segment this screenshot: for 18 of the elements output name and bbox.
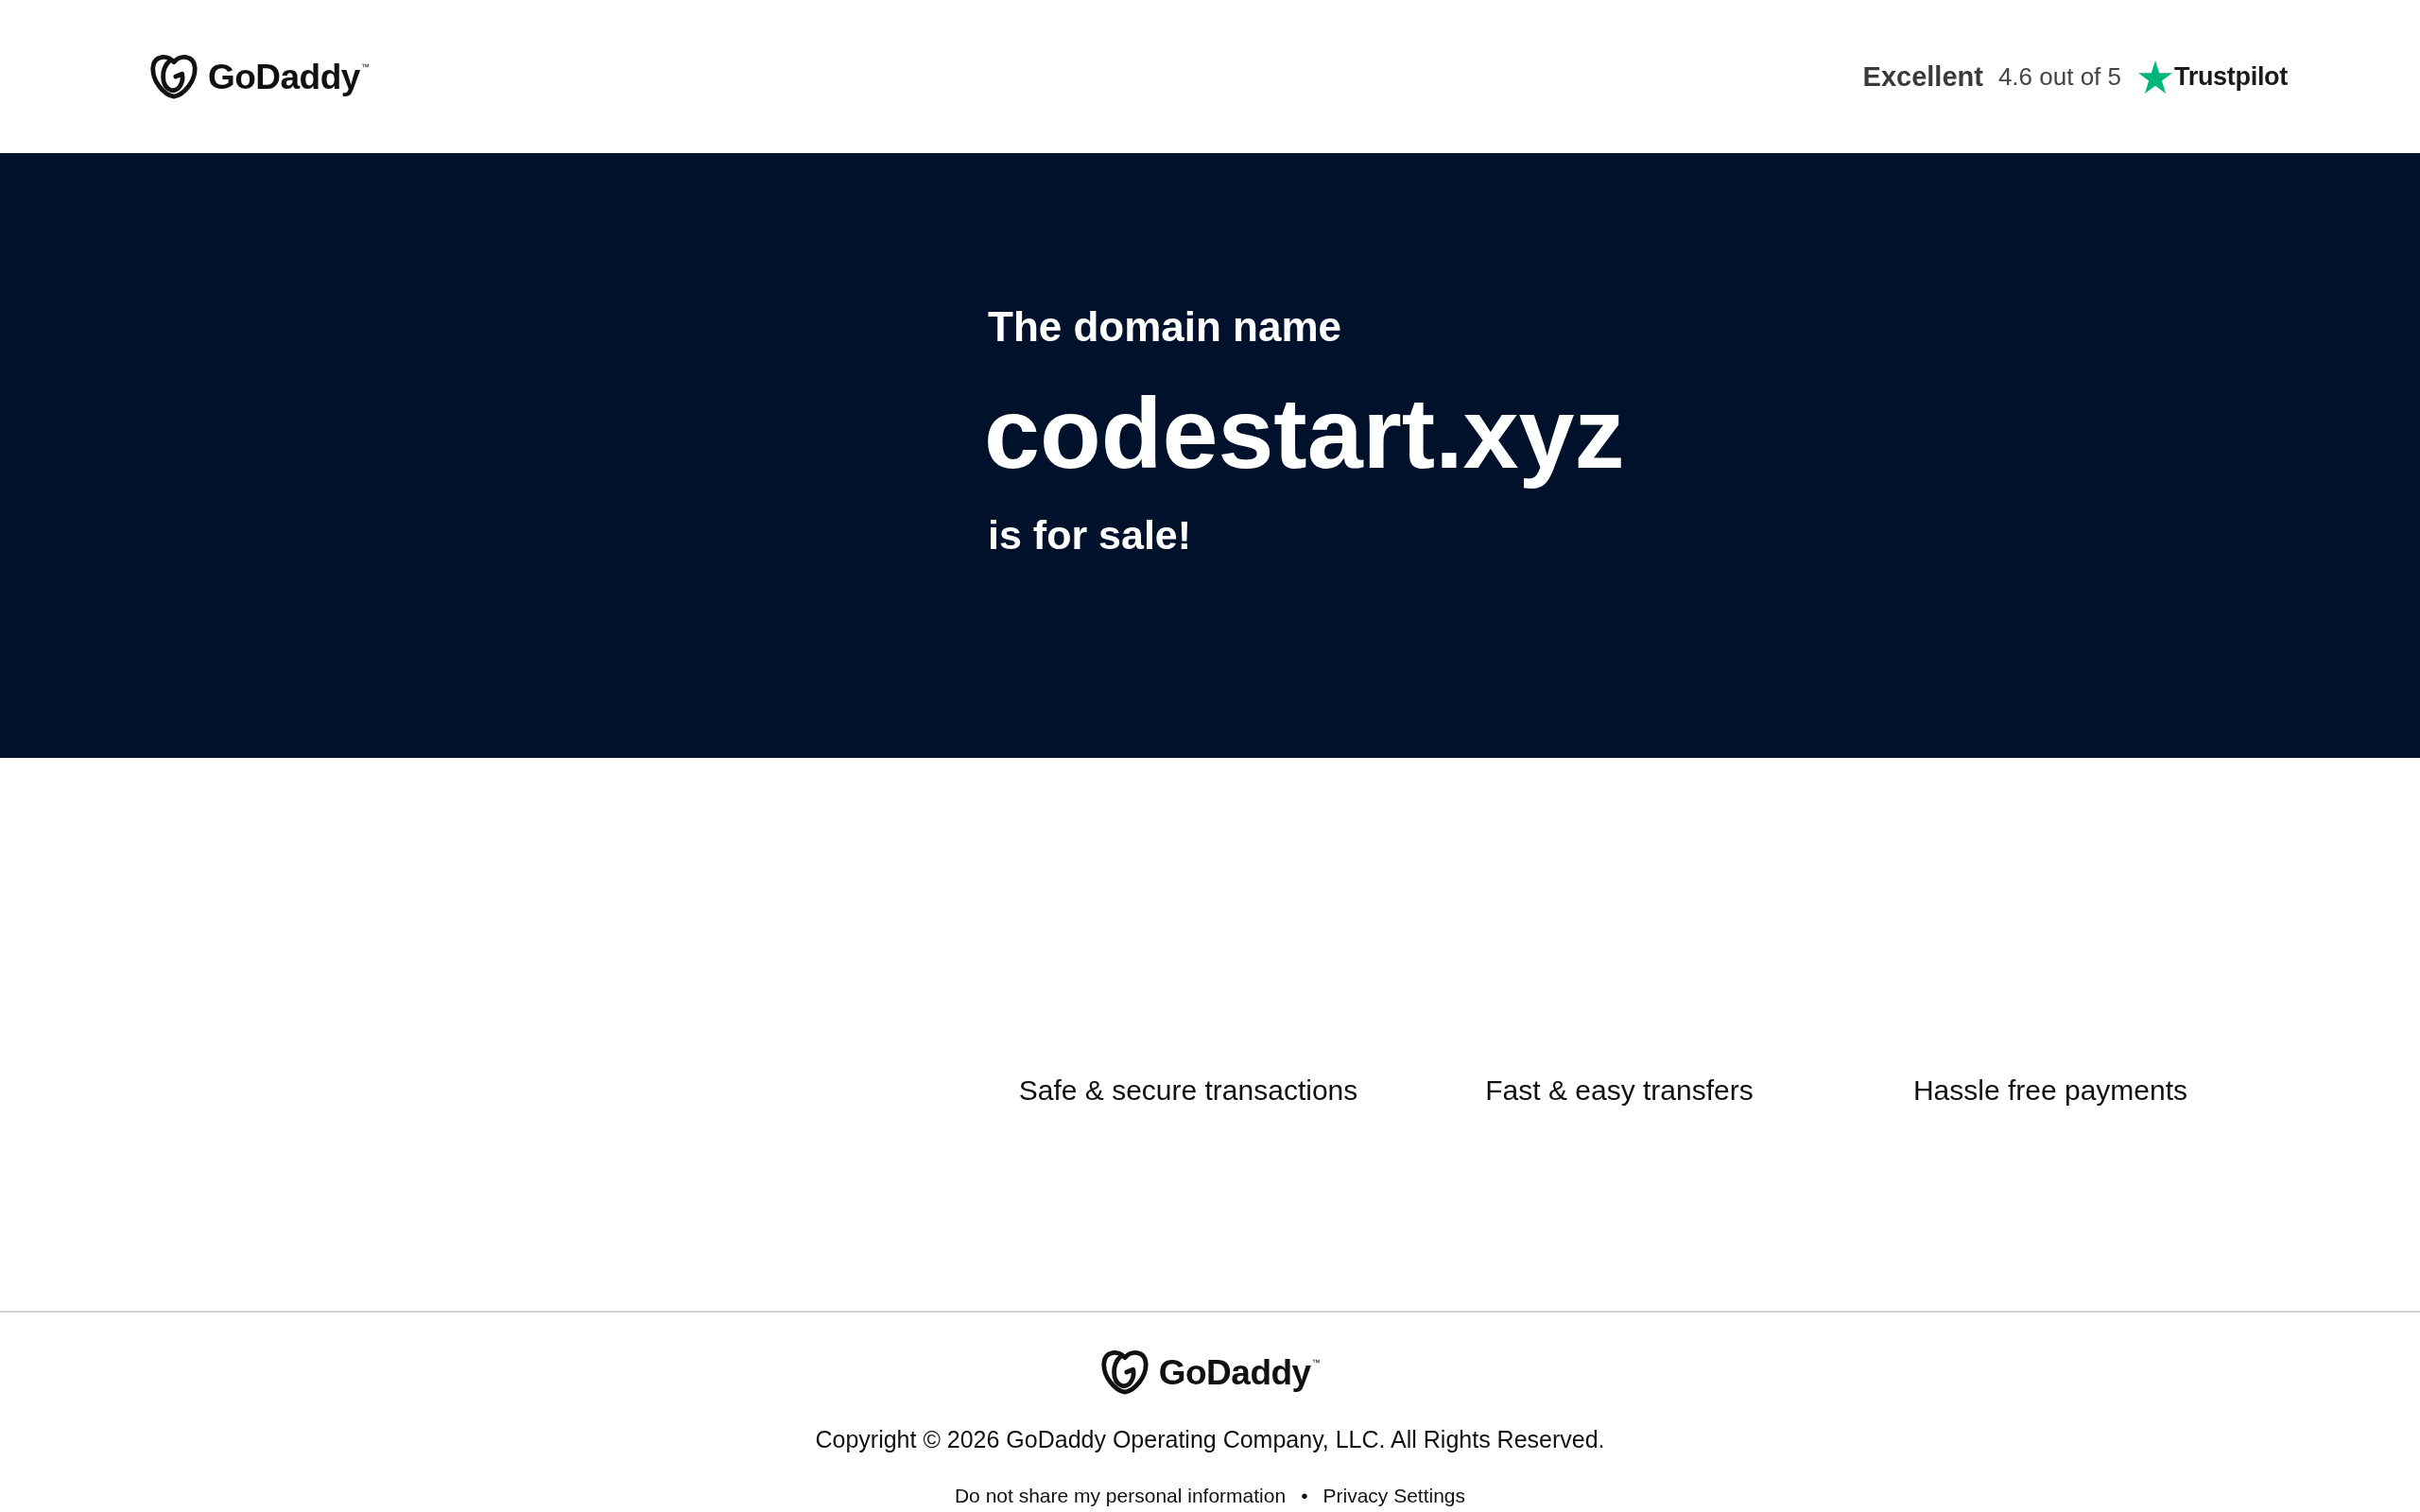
review-site-wordmark: Trustpilot	[2174, 61, 2288, 92]
feature-label: Safe & secure transactions	[1018, 1074, 1358, 1107]
heart-logo-icon	[1099, 1349, 1150, 1396]
hero-outro: is for sale!	[988, 511, 1192, 559]
heart-logo-icon	[149, 53, 199, 100]
bullet-separator: •	[1301, 1484, 1308, 1509]
footer-logo-link[interactable]: GoDaddy™	[1099, 1349, 1321, 1396]
feature-label: Fast & easy transfers	[1485, 1074, 1754, 1107]
domain-name: codestart.xyz	[984, 376, 1625, 490]
rating-score: 4.6 out of 5	[1997, 61, 2121, 92]
footer-link[interactable]: Do not share my personal information	[954, 1484, 1287, 1509]
copyright-text: Copyright © 2026 GoDaddy Operating Company, LLC. All Rights Reserved.	[815, 1425, 1605, 1454]
home-logo-link[interactable]: GoDaddy™	[149, 53, 370, 100]
rating-label: Excellent	[1862, 60, 1983, 93]
hero-intro: The domain name	[988, 302, 1342, 352]
footer-link[interactable]: Privacy Settings	[1322, 1484, 1466, 1509]
feature-label: Hassle free payments	[1912, 1074, 2188, 1107]
star-icon	[2138, 60, 2172, 94]
